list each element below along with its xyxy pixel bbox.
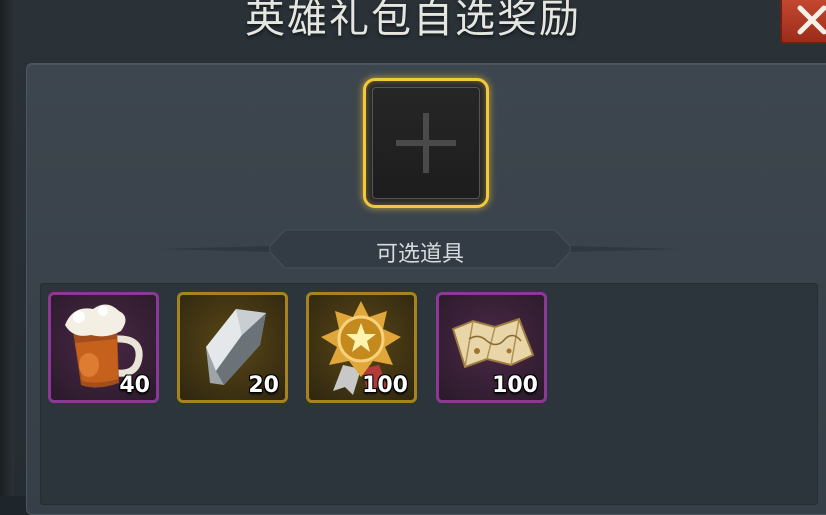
item-count: 20 (248, 373, 279, 398)
item-slot-beer[interactable]: 40 (48, 292, 159, 403)
close-button[interactable] (780, 0, 826, 44)
item-count: 40 (119, 373, 150, 398)
item-slot-crystal[interactable]: 20 (177, 292, 288, 403)
close-icon (797, 5, 826, 35)
item-count: 100 (492, 373, 538, 398)
background-edge (0, 0, 14, 496)
selected-item-slot[interactable] (363, 78, 489, 208)
item-count: 100 (362, 373, 408, 398)
item-slot-map[interactable]: 100 (436, 292, 547, 403)
item-slot-medal[interactable]: 100 (306, 292, 417, 403)
dialog-title: 英雄礼包自选奖励 (245, 0, 581, 42)
section-label: 可选道具 (375, 242, 464, 267)
section-banner: 可选道具 (160, 228, 680, 270)
plus-icon (396, 113, 456, 173)
